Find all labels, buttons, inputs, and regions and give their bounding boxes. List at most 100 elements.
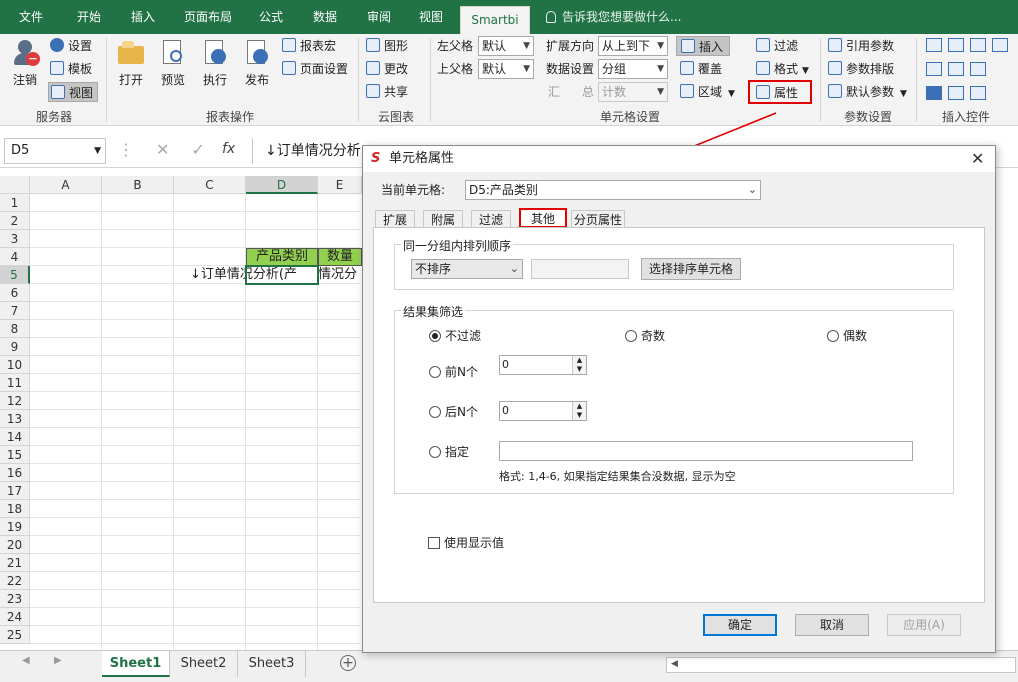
row-header[interactable]: 10 <box>0 356 30 374</box>
insert-button[interactable]: 插入 <box>676 36 731 56</box>
view-button[interactable]: 视图 <box>48 82 99 102</box>
logout-button[interactable]: − 注销 <box>6 38 44 88</box>
column-header-b[interactable]: B <box>102 176 174 194</box>
row-header[interactable]: 13 <box>0 410 30 428</box>
current-cell-select[interactable]: D5:产品类别 ⌄ <box>465 180 761 200</box>
scroll-left-icon[interactable]: ◀ <box>22 655 30 666</box>
tab-view[interactable]: 视图 <box>408 0 454 34</box>
list-control-icon[interactable] <box>970 38 986 52</box>
radio-even[interactable]: 偶数 <box>827 329 867 343</box>
dialog-tab-attach[interactable]: 附属 <box>423 210 463 228</box>
region-button[interactable]: 区域 ▼ <box>680 82 735 102</box>
row-header[interactable]: 19 <box>0 518 30 536</box>
settings-button[interactable]: 设置 <box>50 36 92 56</box>
row-header[interactable]: 14 <box>0 428 30 446</box>
left-parent-select[interactable]: 默认 ▼ <box>478 36 534 56</box>
sort-cell-input[interactable] <box>531 259 629 279</box>
horizontal-scrollbar[interactable]: ◀ <box>666 657 1016 673</box>
spinner-arrows-icon[interactable]: ▲ ▼ <box>572 402 586 420</box>
row-header[interactable]: 8 <box>0 320 30 338</box>
add-sheet-icon[interactable]: + <box>340 655 356 671</box>
tab-review[interactable]: 审阅 <box>356 0 402 34</box>
row-header[interactable]: 2 <box>0 212 30 230</box>
row-header[interactable]: 5 <box>0 266 30 284</box>
column-header-a[interactable]: A <box>30 176 102 194</box>
tree-control-icon[interactable] <box>948 62 964 76</box>
sheet-tab-3[interactable]: Sheet3 <box>238 651 306 677</box>
row-header[interactable]: 3 <box>0 230 30 248</box>
dialog-tab-paging[interactable]: 分页属性 <box>571 210 625 228</box>
change-chart-button[interactable]: 更改 <box>366 59 408 79</box>
radio-first-n[interactable]: 前N个 <box>429 365 478 379</box>
top-parent-select[interactable]: 默认 ▼ <box>478 59 534 79</box>
first-n-spinner[interactable]: 0 ▲ ▼ <box>499 355 587 375</box>
column-header-c[interactable]: C <box>174 176 246 194</box>
row-header[interactable]: 17 <box>0 482 30 500</box>
tab-data[interactable]: 数据 <box>302 0 348 34</box>
radio-odd[interactable]: 奇数 <box>625 329 665 343</box>
tab-formulas[interactable]: 公式 <box>248 0 294 34</box>
cell-d4[interactable]: 产品类别 <box>246 248 318 266</box>
format-button[interactable]: 格式 ▼ <box>756 59 809 79</box>
tab-smartbi[interactable]: Smartbi <box>460 6 530 34</box>
row-header[interactable]: 4 <box>0 248 30 266</box>
table-control-icon[interactable] <box>926 62 942 76</box>
label-control-icon[interactable] <box>970 86 986 100</box>
link-control-icon[interactable] <box>948 86 964 100</box>
overwrite-button[interactable]: 覆盖 <box>680 59 722 79</box>
chart-button[interactable]: 图形 <box>366 36 408 56</box>
template-button[interactable]: 模板 <box>50 59 92 79</box>
filter-button[interactable]: 过滤 <box>756 36 798 56</box>
execute-button[interactable]: 执行 <box>196 38 234 88</box>
cancel-formula-icon[interactable]: ✕ <box>156 140 191 159</box>
scroll-right-icon[interactable]: ▶ <box>54 655 62 666</box>
button-control-icon[interactable] <box>992 38 1008 52</box>
properties-button[interactable]: 属性 <box>748 80 813 104</box>
radio-no-filter[interactable]: 不过滤 <box>429 329 481 343</box>
row-header[interactable]: 15 <box>0 446 30 464</box>
name-box[interactable]: D5 ▼ <box>4 138 106 164</box>
specify-input[interactable] <box>499 441 913 461</box>
row-header[interactable]: 18 <box>0 500 30 518</box>
row-header[interactable]: 25 <box>0 626 30 644</box>
dialog-tab-expand[interactable]: 扩展 <box>375 210 415 228</box>
sheet-tab-1[interactable]: Sheet1 <box>102 651 170 677</box>
dialog-tab-filter[interactable]: 过滤 <box>471 210 511 228</box>
ref-param-button[interactable]: 引用参数 <box>828 36 894 56</box>
active-cell-d5[interactable] <box>245 265 319 285</box>
dialog-tab-other[interactable]: 其他 <box>519 208 567 228</box>
textbox-control-icon[interactable] <box>926 38 942 52</box>
summary-select[interactable]: 计数 ▼ <box>598 82 668 102</box>
sort-order-select[interactable]: 不排序 ⌄ <box>411 259 523 279</box>
open-button[interactable]: 打开 <box>112 38 150 88</box>
radio-specify[interactable]: 指定 <box>429 445 469 459</box>
row-header[interactable]: 12 <box>0 392 30 410</box>
column-header-d[interactable]: D <box>246 176 318 194</box>
row-header[interactable]: 7 <box>0 302 30 320</box>
tab-file[interactable]: 文件 <box>8 0 54 34</box>
last-n-spinner[interactable]: 0 ▲ ▼ <box>499 401 587 421</box>
row-header[interactable]: 11 <box>0 374 30 392</box>
data-setting-select[interactable]: 分组 ▼ <box>598 59 668 79</box>
formula-input[interactable]: ↓订单情况分析 <box>252 138 362 164</box>
tell-me-box[interactable]: 告诉我您想要做什么... <box>546 0 681 34</box>
expand-direction-select[interactable]: 从上到下 ▼ <box>598 36 668 56</box>
dropdown-control-icon[interactable] <box>948 38 964 52</box>
tab-home[interactable]: 开始 <box>64 0 114 34</box>
choose-sort-cell-button[interactable]: 选择排序单元格 <box>641 258 741 280</box>
spinner-arrows-icon[interactable]: ▲ ▼ <box>572 356 586 374</box>
row-header[interactable]: 23 <box>0 590 30 608</box>
preview-button[interactable]: 预览 <box>154 38 192 88</box>
cancel-button[interactable]: 取消 <box>795 614 869 636</box>
row-header[interactable]: 20 <box>0 536 30 554</box>
publish-button[interactable]: 发布 <box>238 38 276 88</box>
row-header[interactable]: 24 <box>0 608 30 626</box>
row-header[interactable]: 9 <box>0 338 30 356</box>
default-param-button[interactable]: 默认参数 ▼ <box>828 82 907 102</box>
column-header-e[interactable]: E <box>318 176 362 194</box>
row-header[interactable]: 21 <box>0 554 30 572</box>
row-header[interactable]: 16 <box>0 464 30 482</box>
report-macro-button[interactable]: 报表宏 <box>282 36 336 56</box>
tab-insert[interactable]: 插入 <box>120 0 166 34</box>
cell-e5[interactable]: 情况分 <box>318 266 362 284</box>
